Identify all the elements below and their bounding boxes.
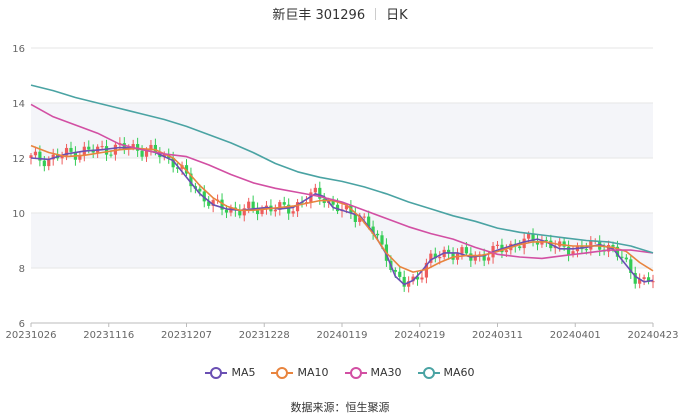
x-tick-label: 20231207	[161, 330, 212, 341]
candle-body	[69, 147, 73, 152]
legend-swatch	[271, 366, 294, 379]
candle-body	[438, 257, 442, 259]
legend-item-ma30[interactable]: MA30	[344, 366, 402, 379]
candle-body	[313, 187, 317, 193]
y-tick-label: 8	[19, 264, 25, 275]
candle-body	[198, 188, 202, 192]
candle-body	[398, 271, 402, 277]
candle-body	[273, 209, 277, 212]
legend-label: MA5	[231, 366, 256, 379]
kline-chart: 6 8 10 12 14 16 20231026 20231116 20231207 202312…	[6, 44, 679, 341]
candle-body	[504, 250, 508, 253]
y-tick-label: 14	[12, 99, 25, 110]
candle-body	[33, 151, 38, 156]
x-tick-label: 20240423	[628, 330, 679, 341]
legend-item-ma10[interactable]: MA10	[271, 366, 329, 379]
candle-body	[566, 246, 571, 256]
legend-item-ma5[interactable]: MA5	[205, 366, 255, 379]
legend-swatch	[417, 366, 440, 379]
x-tick-label: 20231228	[239, 330, 290, 341]
candle-body	[642, 277, 646, 279]
candle-body	[136, 144, 140, 151]
candle-body	[464, 247, 468, 254]
x-tick-label: 20240311	[472, 330, 523, 341]
y-tick-label: 16	[12, 44, 25, 55]
legend-label: MA60	[443, 366, 475, 379]
legend-label: MA30	[370, 366, 402, 379]
y-tick-label: 10	[12, 209, 25, 220]
candle-body	[487, 257, 491, 261]
chart-panel: 新巨丰 301296 日K 6 8 10 12 14 16 20231026 20231116 2…	[0, 0, 680, 414]
candle-body	[362, 216, 366, 218]
legend-label: MA10	[297, 366, 329, 379]
x-tick-label: 20231026	[6, 330, 57, 341]
x-tick-label: 20240219	[394, 330, 445, 341]
legend-swatch	[344, 366, 367, 379]
candle-body	[251, 201, 255, 209]
x-tick-label: 20240119	[317, 330, 368, 341]
candle-body	[375, 233, 380, 236]
candle-body	[495, 244, 500, 246]
candle-body	[460, 247, 464, 254]
candle-body	[624, 257, 628, 260]
candle-body	[247, 201, 251, 209]
candle-body	[100, 146, 104, 148]
candle-body	[380, 235, 384, 245]
candle-body	[291, 211, 295, 214]
candle-body	[42, 160, 46, 167]
x-tick-label: 20231116	[83, 330, 134, 341]
legend-swatch	[205, 366, 228, 379]
chart-legend: MA5 MA10 MA30 MA60	[0, 366, 680, 379]
candle-body	[224, 209, 229, 213]
candle-body	[238, 210, 242, 216]
candle-body	[109, 154, 113, 156]
candle-body	[282, 202, 286, 205]
candle-body	[584, 249, 588, 251]
candle-body	[87, 146, 91, 150]
y-tick-label: 12	[12, 154, 25, 165]
candle-body	[140, 150, 144, 157]
candle-body	[104, 146, 109, 155]
candle-body	[47, 159, 51, 167]
y-tick-label: 6	[19, 319, 25, 330]
legend-item-ma60[interactable]: MA60	[417, 366, 475, 379]
candle-body	[527, 233, 531, 239]
candle-body	[518, 246, 522, 249]
x-tick-label: 20240401	[550, 330, 601, 341]
candle-body	[420, 277, 424, 280]
